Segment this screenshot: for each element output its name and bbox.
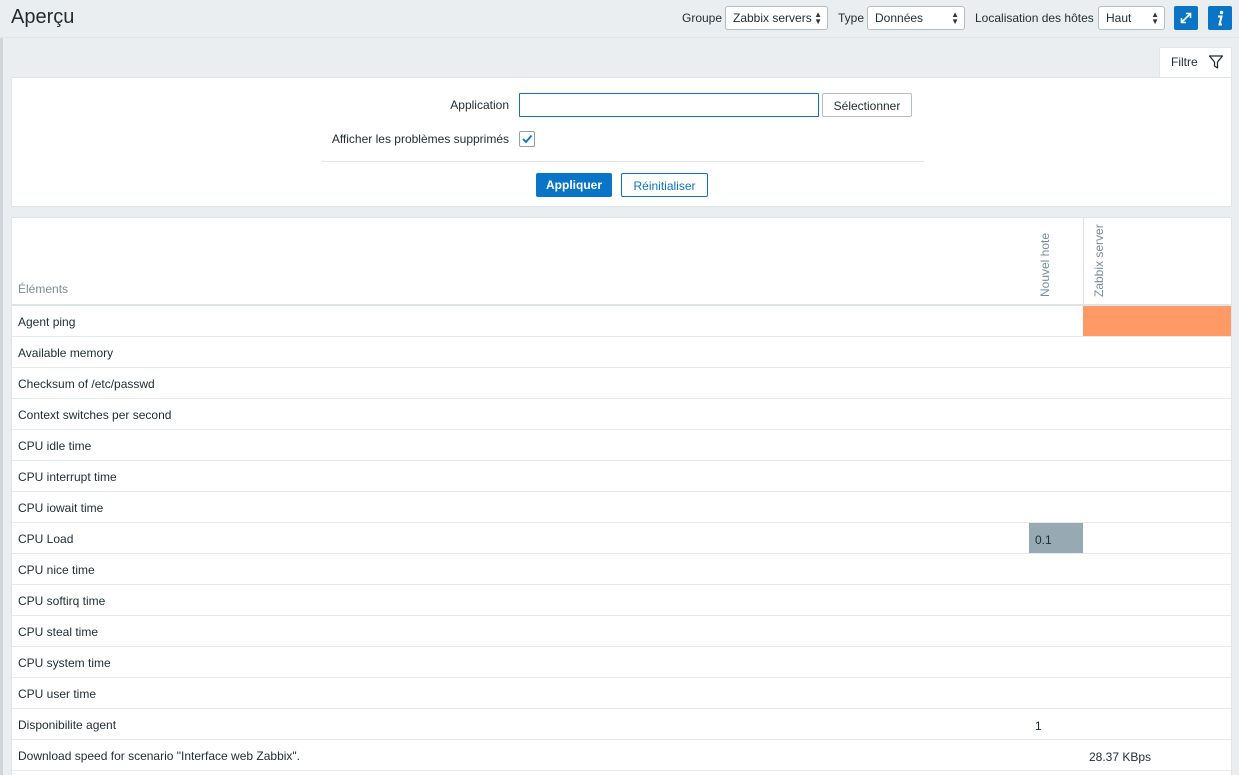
table-row: CPU Load 0.1	[12, 523, 1231, 554]
item-name[interactable]: Agent ping	[18, 315, 75, 329]
reset-button[interactable]: Réinitialiser	[621, 173, 708, 197]
item-name[interactable]: CPU system time	[18, 656, 111, 670]
value-cell-host-2	[1083, 399, 1231, 429]
value-cell-host-2[interactable]	[1083, 306, 1231, 336]
table-row: CPU system time	[12, 647, 1231, 678]
item-name[interactable]: CPU steal time	[18, 625, 98, 639]
application-input[interactable]	[519, 93, 819, 117]
location-select[interactable]: Haut ▲ ▼	[1098, 6, 1165, 30]
table-row: CPU iowait time	[12, 492, 1231, 523]
value-cell-host-2	[1083, 585, 1231, 615]
value-cell-host-2	[1083, 647, 1231, 677]
info-button[interactable]	[1208, 6, 1232, 30]
page-header: Aperçu Groupe Zabbix servers ▲ ▼ Type Don…	[0, 0, 1239, 38]
item-name[interactable]: CPU interrupt time	[18, 470, 117, 484]
value-cell-host-1	[1029, 678, 1083, 708]
select-arrows-icon: ▲ ▼	[814, 10, 822, 26]
fullscreen-icon	[1180, 12, 1192, 24]
filter-icon	[1208, 55, 1224, 69]
select-button[interactable]: Sélectionner	[822, 93, 912, 117]
type-select[interactable]: Données ▲ ▼	[867, 6, 965, 30]
filter-panel: Application Sélectionner Afficher les pr…	[11, 77, 1232, 207]
suppressed-label: Afficher les problèmes supprimés	[331, 132, 509, 146]
item-name[interactable]: CPU Load	[18, 532, 73, 546]
host-column-header[interactable]: Nouvel hote	[1038, 218, 1052, 297]
value-cell-host-2[interactable]: 28.37 KBps	[1083, 740, 1231, 770]
item-name[interactable]: CPU user time	[18, 687, 96, 701]
value-cell-host-2	[1083, 554, 1231, 584]
filter-tab[interactable]: Filtre	[1159, 47, 1232, 78]
table-row: Download speed for scenario "Interface w…	[12, 740, 1231, 771]
value-cell-host-2	[1083, 430, 1231, 460]
table-row: Available memory	[12, 337, 1231, 368]
value-cell-host-2	[1083, 492, 1231, 522]
value-cell-host-1	[1029, 492, 1083, 522]
select-arrows-icon: ▲ ▼	[951, 10, 959, 26]
elements-column-header: Éléments	[18, 282, 69, 296]
item-name[interactable]: Disponibilite agent	[18, 718, 116, 732]
table-row: CPU interrupt time	[12, 461, 1231, 492]
type-select-value: Données	[875, 11, 924, 25]
value-cell-host-2	[1083, 709, 1231, 739]
value-cell-host-2	[1083, 523, 1231, 553]
checkmark-icon	[522, 134, 533, 144]
item-name[interactable]: Context switches per second	[18, 408, 171, 422]
table-row: Disponibilite agent 1	[12, 709, 1231, 740]
item-name[interactable]: CPU iowait time	[18, 501, 103, 515]
location-select-value: Haut	[1106, 11, 1132, 25]
value-cell-host-1	[1029, 647, 1083, 677]
table-row: CPU user time	[12, 678, 1231, 709]
table-row: Checksum of /etc/passwd	[12, 368, 1231, 399]
value-cell-host-1	[1029, 616, 1083, 646]
value-cell-host-1	[1029, 554, 1083, 584]
value-cell-host-1	[1029, 585, 1083, 615]
value-cell-host-1	[1029, 337, 1083, 367]
value-cell-host-2	[1083, 678, 1231, 708]
value-cell-host-2	[1083, 616, 1231, 646]
group-label: Groupe	[682, 11, 723, 25]
fullscreen-button[interactable]	[1174, 6, 1198, 30]
value-cell-host-1	[1029, 306, 1083, 336]
value-cell-host-1[interactable]: 0.1	[1029, 523, 1083, 553]
filter-tab-label: Filtre	[1171, 55, 1198, 69]
application-label: Application	[450, 98, 509, 112]
table-row: CPU idle time	[12, 430, 1231, 461]
table-row: CPU softirq time	[12, 585, 1231, 616]
value-cell-host-1	[1029, 461, 1083, 491]
overview-table: Éléments Nouvel hote Zabbix server Agent…	[11, 217, 1232, 775]
left-edge-strip	[0, 38, 3, 775]
value-cell-host-1	[1029, 399, 1083, 429]
value-cell-host-2	[1083, 368, 1231, 398]
host-column-header[interactable]: Zabbix server	[1092, 218, 1106, 297]
column-divider	[1083, 218, 1084, 304]
table-row: CPU steal time	[12, 616, 1231, 647]
table-row: Agent ping	[12, 306, 1231, 337]
item-name[interactable]: CPU idle time	[18, 439, 91, 453]
value-cell-host-1	[1029, 368, 1083, 398]
table-row: Context switches per second	[12, 399, 1231, 430]
item-name[interactable]: Checksum of /etc/passwd	[18, 377, 155, 391]
select-arrows-icon: ▲ ▼	[1151, 10, 1159, 26]
value-cell-host-2	[1083, 337, 1231, 367]
suppressed-checkbox[interactable]	[519, 131, 535, 147]
item-name[interactable]: CPU softirq time	[18, 594, 105, 608]
info-icon	[1218, 10, 1224, 26]
apply-button[interactable]: Appliquer	[536, 173, 612, 197]
item-name[interactable]: CPU nice time	[18, 563, 95, 577]
table-row: CPU nice time	[12, 554, 1231, 585]
table-body: Agent ping Available memory Checksum of /e…	[12, 306, 1231, 771]
filter-divider	[322, 161, 924, 162]
value-cell-host-2	[1083, 461, 1231, 491]
item-name[interactable]: Download speed for scenario "Interface w…	[18, 749, 300, 763]
item-name[interactable]: Available memory	[18, 346, 113, 360]
value-cell-host-1[interactable]: 1	[1029, 709, 1083, 739]
type-label: Type	[838, 11, 865, 25]
location-label: Localisation des hôtes	[975, 11, 1094, 25]
value-cell-host-1	[1029, 430, 1083, 460]
group-select[interactable]: Zabbix servers ▲ ▼	[725, 6, 828, 30]
page-title: Aperçu	[11, 6, 75, 28]
value-cell-host-1	[1029, 740, 1083, 770]
group-select-value: Zabbix servers	[733, 11, 812, 25]
